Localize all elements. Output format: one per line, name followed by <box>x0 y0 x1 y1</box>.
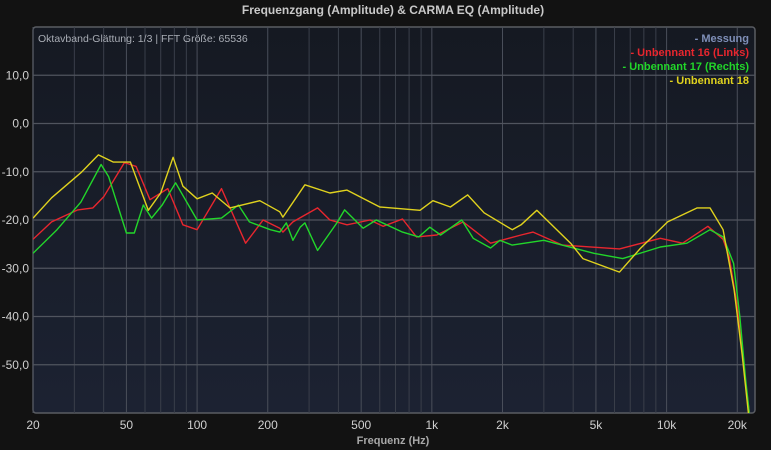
x-tick-label: 2k <box>496 418 510 432</box>
x-tick-label: 5k <box>590 418 604 432</box>
x-tick-label: 500 <box>351 418 371 432</box>
y-tick-label: -50,0 <box>2 358 30 372</box>
x-axis: 20 50 100 200 500 1k 2k 5k 10k 20k <box>26 418 748 432</box>
legend-entry: - Unbennant 18 <box>670 75 749 87</box>
x-tick-label: 100 <box>187 418 207 432</box>
y-axis: 10,0 0,0 -10,0 -20,0 -30,0 -40,0 -50,0 <box>2 68 30 372</box>
x-tick-label: 20k <box>728 418 748 432</box>
x-tick-label: 10k <box>657 418 677 432</box>
chart-title: Frequenzgang (Amplitude) & CARMA EQ (Amp… <box>242 3 544 17</box>
x-tick-label: 20 <box>26 418 40 432</box>
frequency-response-chart: Frequenzgang (Amplitude) & CARMA EQ (Amp… <box>2 3 756 447</box>
x-tick-label: 200 <box>258 418 278 432</box>
y-tick-label: -40,0 <box>2 310 30 324</box>
y-tick-label: 10,0 <box>6 68 30 82</box>
y-tick-label: 0,0 <box>12 117 29 131</box>
legend-entry: - Messung <box>695 33 749 45</box>
y-tick-label: -30,0 <box>2 261 30 275</box>
legend-entry: - Unbennant 16 (Links) <box>630 47 749 59</box>
smoothing-info: Oktavband-Glättung: 1/3 | FFT Größe: 655… <box>38 33 248 45</box>
x-axis-label: Frequenz (Hz) <box>357 435 430 447</box>
y-tick-label: -20,0 <box>2 213 30 227</box>
x-tick-label: 50 <box>120 418 134 432</box>
x-tick-label: 1k <box>425 418 439 432</box>
legend-entry: - Unbennant 17 (Rechts) <box>622 61 749 73</box>
y-tick-label: -10,0 <box>2 165 30 179</box>
